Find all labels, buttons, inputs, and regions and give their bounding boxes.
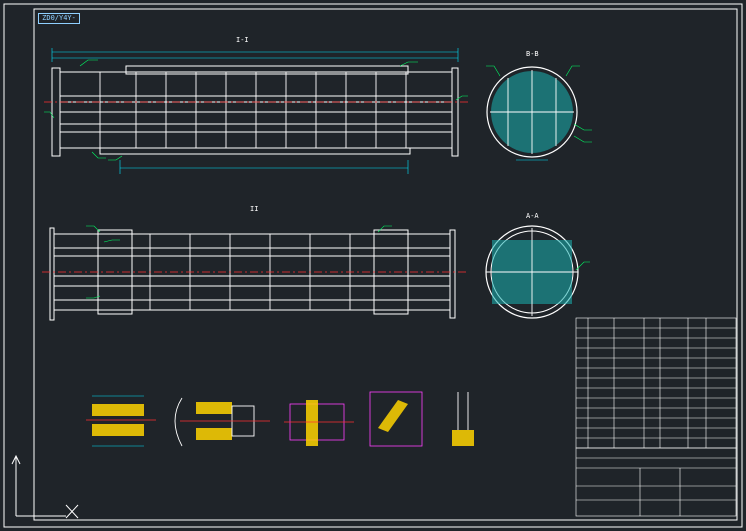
section-b-b-label: B-B xyxy=(526,50,539,58)
top-view-label: II xyxy=(250,205,259,213)
front-view-label: I-I xyxy=(236,36,249,44)
drawing-code-tag: ZD0/Y4Y-B3 xyxy=(38,13,80,24)
section-a-a-label: A-A xyxy=(526,212,539,220)
cad-drawing-canvas[interactable] xyxy=(0,0,746,531)
